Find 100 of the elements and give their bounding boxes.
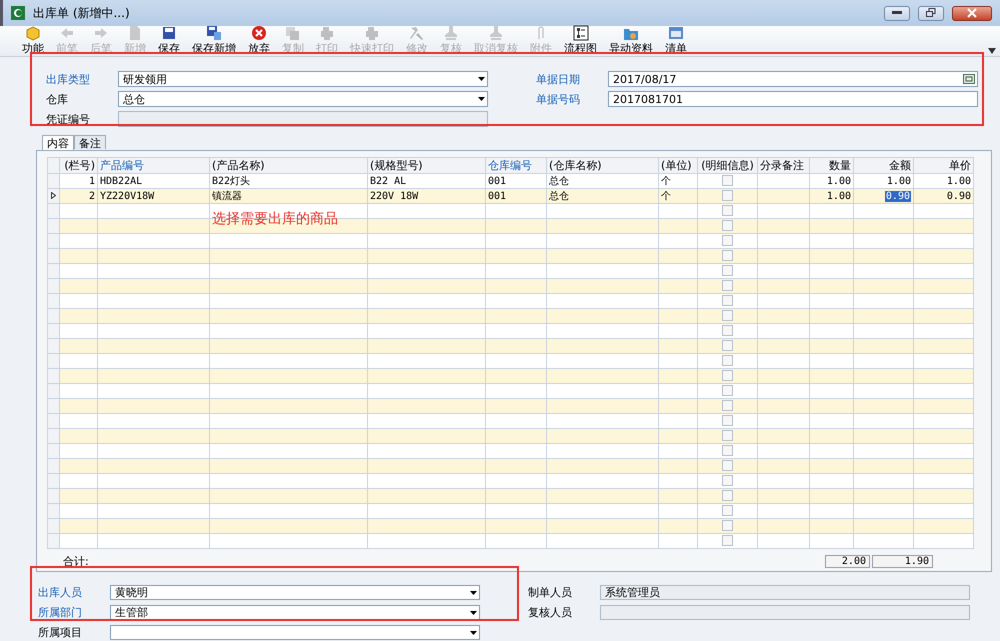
checkbox[interactable] bbox=[722, 190, 733, 202]
date-field[interactable]: 2017/08/17 bbox=[608, 71, 978, 87]
checkbox[interactable] bbox=[722, 310, 733, 322]
close-button[interactable] bbox=[952, 6, 992, 20]
table-cell: 220V 18W bbox=[368, 188, 486, 204]
minimize-button[interactable] bbox=[884, 6, 910, 20]
checkbox[interactable] bbox=[722, 385, 733, 396]
list-icon bbox=[668, 25, 684, 41]
total-quantity: 2.00 bbox=[825, 554, 870, 568]
field-label: 单据号码 bbox=[536, 92, 581, 106]
table-cell[interactable]: 0.90 bbox=[884, 190, 911, 202]
table-cell: 2 bbox=[60, 188, 98, 204]
checkbox[interactable] bbox=[722, 400, 733, 412]
column-header[interactable]: (单位) bbox=[658, 158, 698, 174]
field-label: 仓库 bbox=[46, 92, 69, 106]
dropdown-arrow-icon[interactable] bbox=[478, 77, 485, 81]
stamp-icon bbox=[488, 25, 504, 41]
checkbox[interactable] bbox=[722, 505, 733, 516]
totals-label: 合计: bbox=[62, 554, 90, 568]
current-row-icon bbox=[51, 192, 56, 198]
tab[interactable]: 内容 bbox=[42, 135, 74, 150]
dropdown-field[interactable]: 黄晓明 bbox=[110, 585, 480, 600]
checkbox[interactable] bbox=[722, 520, 733, 532]
checkbox[interactable] bbox=[722, 415, 733, 426]
field-label: 复核人员 bbox=[528, 605, 573, 620]
row-selector[interactable] bbox=[48, 188, 60, 204]
checkbox[interactable] bbox=[722, 460, 733, 472]
field-label: 所属项目 bbox=[38, 625, 83, 640]
checkbox[interactable] bbox=[722, 235, 733, 246]
dropdown-field[interactable] bbox=[110, 625, 480, 640]
column-header[interactable]: 产品编号 bbox=[98, 158, 210, 174]
column-header[interactable]: (仓库名称) bbox=[546, 158, 658, 174]
restore-button[interactable] bbox=[918, 6, 944, 20]
arrow-right-icon bbox=[93, 25, 109, 41]
flowchart-icon bbox=[572, 25, 588, 41]
table-cell: YZ220V18W bbox=[98, 188, 210, 204]
arrow-left-icon bbox=[59, 25, 75, 41]
column-header[interactable]: (栏号) bbox=[60, 158, 98, 174]
checkbox[interactable] bbox=[722, 430, 733, 442]
checkbox[interactable] bbox=[722, 355, 733, 366]
dropdown-arrow-icon[interactable] bbox=[470, 630, 477, 634]
dropdown-arrow-icon[interactable] bbox=[470, 590, 477, 594]
checkbox[interactable] bbox=[722, 340, 733, 352]
input-field[interactable]: 系统管理员 bbox=[600, 585, 970, 600]
table-cell: 个 bbox=[658, 188, 698, 204]
checkbox[interactable] bbox=[722, 250, 733, 262]
field-label: 出库人员 bbox=[38, 585, 83, 600]
dropdown-arrow-icon[interactable] bbox=[470, 610, 477, 614]
overflow-arrow-icon[interactable] bbox=[988, 48, 996, 54]
column-header[interactable]: 数量 bbox=[810, 158, 854, 174]
table-cell: 001 bbox=[486, 188, 546, 204]
column-header[interactable]: (产品名称) bbox=[210, 158, 368, 174]
close-icon bbox=[251, 25, 267, 41]
stamp-icon bbox=[443, 25, 459, 41]
column-header[interactable]: 金额 bbox=[854, 158, 914, 174]
checkbox[interactable] bbox=[722, 370, 733, 382]
annotation-text: 选择需要出库的商品 bbox=[212, 210, 338, 228]
tab[interactable]: 备注 bbox=[74, 135, 106, 149]
column-header[interactable]: 单价 bbox=[914, 158, 974, 174]
checkbox[interactable] bbox=[722, 205, 733, 216]
dropdown-field[interactable]: 生管部 bbox=[110, 605, 480, 620]
input-field[interactable] bbox=[600, 605, 970, 620]
checkbox[interactable] bbox=[722, 280, 733, 292]
field-label: 单据日期 bbox=[536, 72, 581, 86]
calendar-icon[interactable] bbox=[963, 74, 975, 84]
table-cell: 0.90 bbox=[914, 188, 974, 204]
field-label: 凭证编号 bbox=[46, 112, 91, 126]
checkbox[interactable] bbox=[722, 490, 733, 502]
total-amount: 1.90 bbox=[872, 554, 933, 568]
table-cell: 镇流器 bbox=[210, 188, 368, 204]
save-icon bbox=[161, 25, 177, 41]
column-header[interactable]: 仓库编号 bbox=[486, 158, 546, 174]
table-cell: 总仓 bbox=[546, 188, 658, 204]
field-label: 制单人员 bbox=[528, 585, 573, 600]
checkbox[interactable] bbox=[722, 325, 733, 336]
hammer-icon bbox=[409, 25, 425, 41]
checkbox[interactable] bbox=[722, 475, 733, 486]
save-icon bbox=[206, 25, 222, 41]
dropdown-field[interactable]: 总仓 bbox=[118, 91, 488, 107]
restore-icon bbox=[926, 8, 936, 18]
checkbox[interactable] bbox=[722, 535, 733, 546]
copy-icon bbox=[285, 25, 301, 41]
field-label: 出库类型 bbox=[46, 72, 91, 86]
checkbox[interactable] bbox=[722, 295, 733, 306]
field-label: 所属部门 bbox=[38, 605, 83, 620]
column-header[interactable]: (规格型号) bbox=[368, 158, 486, 174]
column-header[interactable]: (明细信息) bbox=[698, 158, 758, 174]
checkbox[interactable] bbox=[722, 445, 733, 456]
checkbox[interactable] bbox=[722, 220, 733, 232]
minimize-icon bbox=[892, 11, 902, 15]
window-title: 出库单 (新增中...) bbox=[33, 4, 131, 22]
row-header bbox=[48, 158, 60, 174]
column-header[interactable]: 分录备注 bbox=[758, 158, 810, 174]
table-cell: 1.00 bbox=[810, 188, 854, 204]
checkbox[interactable] bbox=[722, 175, 733, 186]
dropdown-field[interactable]: 研发领用 bbox=[118, 71, 488, 87]
checkbox[interactable] bbox=[722, 265, 733, 276]
dropdown-arrow-icon[interactable] bbox=[478, 97, 485, 101]
input-field[interactable]: 2017081701 bbox=[608, 91, 978, 107]
app-icon bbox=[11, 6, 25, 20]
